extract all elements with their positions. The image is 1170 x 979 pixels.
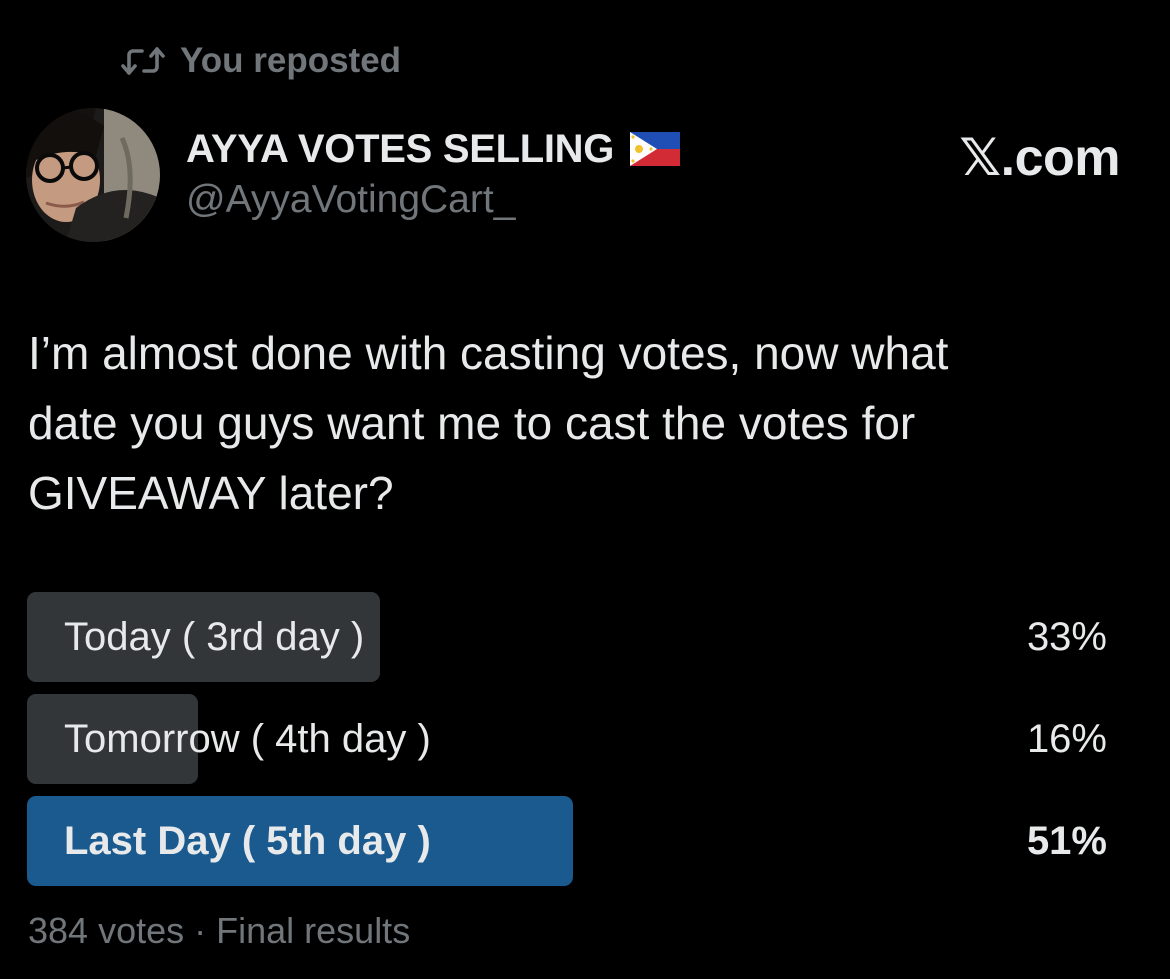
poll-option-percent: 51% <box>1026 819 1107 863</box>
poll-footer: 384 votes · Final results <box>28 910 410 952</box>
poll-option-percent: 33% <box>1026 615 1107 659</box>
poll: Today ( 3rd day ) 33% Tomorrow ( 4th day… <box>27 592 1107 898</box>
poll-option-label: Last Day ( 5th day ) <box>64 819 431 863</box>
avatar[interactable] <box>26 108 160 242</box>
repost-icon <box>120 46 166 76</box>
tweet-text-line: GIVEAWAY later? <box>28 467 394 519</box>
poll-option[interactable]: Tomorrow ( 4th day ) 16% <box>27 694 1107 784</box>
poll-option-percent: 16% <box>1026 717 1107 761</box>
poll-status: Final results <box>216 910 411 951</box>
repost-indicator: You reposted <box>120 38 401 84</box>
poll-option[interactable]: Today ( 3rd day ) 33% <box>27 592 1107 682</box>
poll-vote-count: 384 votes <box>28 910 185 951</box>
repost-text: You reposted <box>180 41 402 80</box>
x-brand-logo: 𝕏.com <box>959 129 1120 187</box>
poll-option-label: Tomorrow ( 4th day ) <box>64 717 431 761</box>
display-name[interactable]: AYYA VOTES SELLING <box>186 127 614 172</box>
philippines-flag-icon <box>630 132 681 166</box>
tweet-text: I’m almost done with casting votes, now … <box>28 318 1138 528</box>
poll-option[interactable]: Last Day ( 5th day ) 51% <box>27 796 1107 886</box>
poll-option-label: Today ( 3rd day ) <box>64 615 365 659</box>
poll-footer-separator: · <box>184 910 217 951</box>
tweet-text-line: I’m almost done with casting votes, now … <box>28 327 949 379</box>
tweet-text-line: date you guys want me to cast the votes … <box>28 397 916 449</box>
author-handle[interactable]: @AyyaVotingCart_ <box>186 178 515 222</box>
author-name-row: AYYA VOTES SELLING <box>186 122 681 176</box>
